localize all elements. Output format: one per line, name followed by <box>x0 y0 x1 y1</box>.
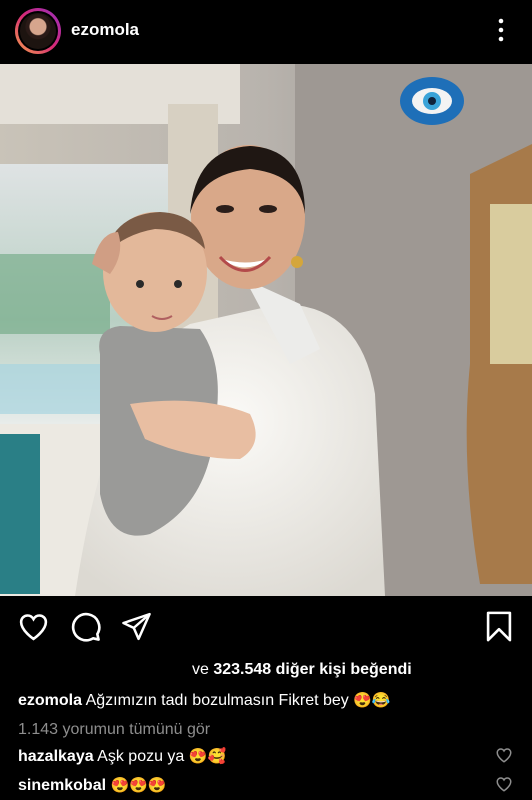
bookmark-icon[interactable] <box>484 610 514 643</box>
avatar-photo <box>20 13 56 49</box>
view-all-comments-link[interactable]: 1.143 yorumun tümünü gör <box>18 721 210 739</box>
post-caption: ezomola Ağzımızın tadı bozulmasın Fikret… <box>18 691 518 710</box>
caption-username[interactable]: ezomola <box>18 692 82 709</box>
comment-icon[interactable] <box>69 610 102 643</box>
like-count[interactable]: ve 323.548 diğer kişi beğendi <box>192 661 412 679</box>
likes-suffix: diğer kişi beğendi <box>275 661 412 678</box>
more-vertical-icon[interactable] <box>494 16 508 44</box>
avatar[interactable] <box>15 8 61 54</box>
comment-emojis: 😍😍😍 <box>110 777 167 794</box>
username[interactable]: ezomola <box>71 20 139 40</box>
comment-like-heart-icon[interactable] <box>495 746 513 764</box>
comment-text: Aşk pozu ya <box>97 748 185 765</box>
post-photo[interactable] <box>0 64 532 596</box>
comment-row: hazalkaya Aşk pozu ya 😍🥰 <box>18 747 226 766</box>
send-icon[interactable] <box>120 610 153 643</box>
comment-emojis: 😍🥰 <box>188 748 227 765</box>
likes-number: 323.548 <box>213 661 272 678</box>
heart-icon[interactable] <box>17 610 50 643</box>
post-image <box>0 64 532 596</box>
comment-username[interactable]: hazalkaya <box>18 748 94 765</box>
comment-row: sinemkobal 😍😍😍 <box>18 776 167 795</box>
caption-emojis: 😍😂 <box>353 692 391 709</box>
likes-prefix: ve <box>192 661 209 678</box>
post-header: ezomola <box>0 0 532 64</box>
caption-text: Ağzımızın tadı bozulmasın Fikret bey <box>85 692 349 709</box>
comment-like-heart-icon[interactable] <box>495 775 513 793</box>
comment-username[interactable]: sinemkobal <box>18 777 106 794</box>
